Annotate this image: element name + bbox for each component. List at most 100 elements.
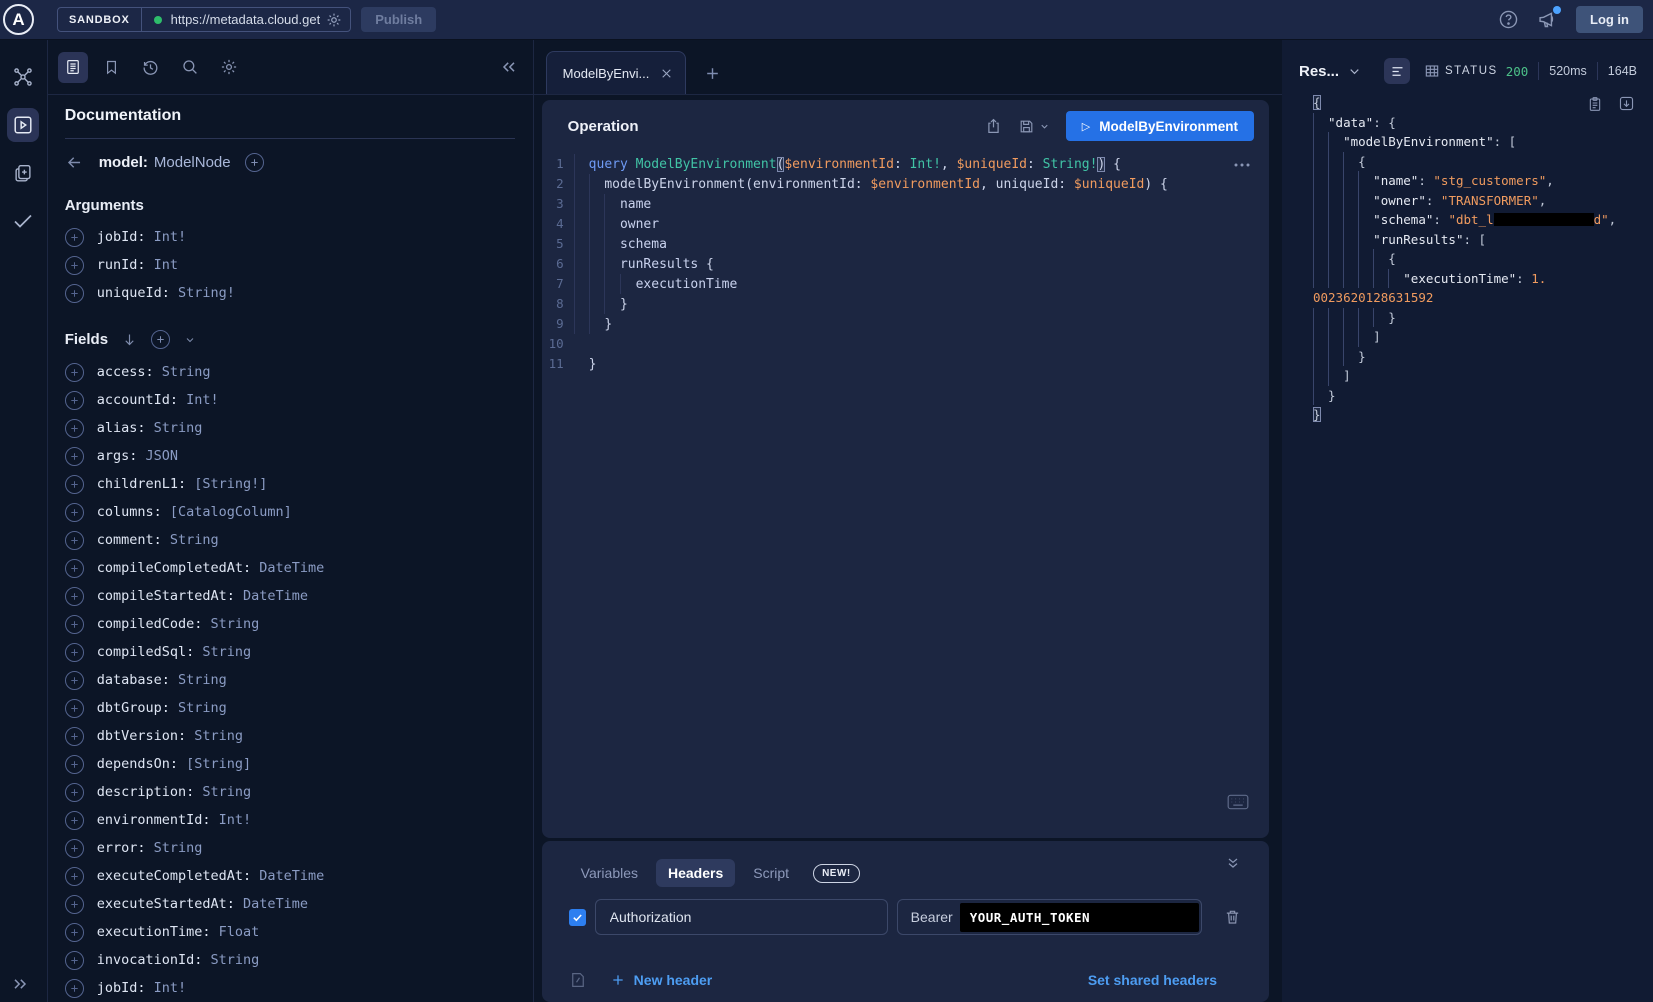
add-field-icon[interactable] [65,503,84,522]
download-response-icon[interactable] [1618,95,1635,113]
announcements-megaphone-icon[interactable] [1537,9,1558,30]
paste-headers-icon[interactable] [569,971,587,989]
doc-field-row[interactable]: accountId: Int! [65,386,515,414]
response-dropdown-caret-icon[interactable] [1348,65,1361,78]
field-type[interactable]: Float [211,924,260,940]
code-line[interactable]: 10 [542,334,1269,354]
code-line[interactable]: 11} [542,354,1269,374]
doc-field-row[interactable]: invocationId: String [65,946,515,974]
add-field-icon[interactable] [65,671,84,690]
set-shared-headers-button[interactable]: Set shared headers [1088,972,1217,988]
login-button[interactable]: Log in [1576,6,1643,33]
doc-field-row[interactable]: runId: Int [65,251,515,279]
code-line[interactable]: 2modelByEnvironment(environmentId: $envi… [542,174,1269,194]
field-type[interactable]: String [170,700,227,716]
checks-nav-icon[interactable] [7,204,39,238]
field-type[interactable]: Int! [211,812,252,828]
connection-settings-gear-icon[interactable] [326,12,342,28]
add-breadcrumb-field-icon[interactable] [245,153,264,172]
doc-field-row[interactable]: environmentId: Int! [65,806,515,834]
bookmark-icon[interactable] [97,52,127,83]
operation-code-editor[interactable]: 1query ModelByEnvironment($environmentId… [542,154,1269,374]
apollo-logo[interactable]: A [3,4,34,35]
history-icon[interactable] [136,52,166,83]
doc-field-row[interactable]: jobId: Int! [65,223,515,251]
field-type[interactable]: String [202,616,259,632]
header-name-input[interactable] [595,899,888,935]
documentation-tab-icon[interactable] [58,52,88,83]
add-field-icon[interactable] [65,228,84,247]
doc-field-row[interactable]: args: JSON [65,442,515,470]
add-field-icon[interactable] [65,979,84,998]
code-line[interactable]: 6runResults { [542,254,1269,274]
collapse-doc-panel-icon[interactable] [499,57,519,77]
field-type[interactable]: [CatalogColumn] [162,504,292,520]
header-enabled-checkbox[interactable] [569,909,586,926]
delete-header-icon[interactable] [1224,908,1241,926]
code-line[interactable]: 7executionTime [542,274,1269,294]
field-type[interactable]: String [145,840,202,856]
add-field-icon[interactable] [65,895,84,914]
field-type[interactable]: String [154,364,211,380]
doc-field-row[interactable]: access: String [65,358,515,386]
run-operation-button[interactable]: ▷ ModelByEnvironment [1066,111,1254,141]
add-field-icon[interactable] [65,475,84,494]
help-icon[interactable] [1498,9,1519,30]
add-field-icon[interactable] [65,867,84,886]
field-type[interactable]: String! [170,285,235,301]
back-arrow-icon[interactable] [65,153,84,172]
field-type[interactable]: String [194,784,251,800]
code-line[interactable]: 8} [542,294,1269,314]
field-type[interactable]: DateTime [235,588,308,604]
add-field-icon[interactable] [65,783,84,802]
header-value-field[interactable]: Bearer YOUR_AUTH_TOKEN [897,899,1202,935]
code-line[interactable]: 4owner [542,214,1269,234]
breadcrumb-type-name[interactable]: ModelNode [154,154,231,171]
sort-fields-icon[interactable] [122,332,137,347]
endpoint-url[interactable]: https://metadata.cloud.get [171,12,321,27]
doc-field-row[interactable]: dbtVersion: String [65,722,515,750]
graph-nav-icon[interactable] [7,60,39,94]
response-title[interactable]: Res... [1299,63,1339,80]
add-field-icon[interactable] [65,447,84,466]
doc-field-row[interactable]: alias: String [65,414,515,442]
tab-script[interactable]: Script [741,859,801,887]
doc-field-row[interactable]: dbtGroup: String [65,694,515,722]
field-type[interactable]: DateTime [251,560,324,576]
add-field-icon[interactable] [65,643,84,662]
expand-rail-icon[interactable] [10,974,30,994]
doc-field-row[interactable]: executeStartedAt: DateTime [65,890,515,918]
auth-token-value[interactable]: YOUR_AUTH_TOKEN [960,903,1199,932]
code-line[interactable]: 3name [542,194,1269,214]
add-all-fields-icon[interactable] [151,330,170,349]
field-type[interactable]: Int! [145,980,186,996]
save-options-caret-icon[interactable] [1039,121,1050,132]
doc-field-row[interactable]: database: String [65,666,515,694]
keyboard-shortcuts-icon[interactable] [1227,794,1249,810]
code-line[interactable]: 5schema [542,234,1269,254]
new-header-button[interactable]: New header [611,972,713,988]
code-line[interactable]: 9} [542,314,1269,334]
field-type[interactable]: [String!] [186,476,267,492]
operation-collections-nav-icon[interactable] [7,156,39,190]
add-field-icon[interactable] [65,587,84,606]
raw-view-toggle-icon[interactable] [1384,58,1410,84]
add-field-icon[interactable] [65,755,84,774]
add-field-icon[interactable] [65,811,84,830]
code-line[interactable]: 1query ModelByEnvironment($environmentId… [542,154,1269,174]
doc-field-row[interactable]: comment: String [65,526,515,554]
doc-field-row[interactable]: executeCompletedAt: DateTime [65,862,515,890]
doc-field-row[interactable]: compiledSql: String [65,638,515,666]
add-field-icon[interactable] [65,559,84,578]
field-type[interactable]: Int [145,257,178,273]
add-field-icon[interactable] [65,419,84,438]
share-operation-icon[interactable] [985,117,1002,135]
explorer-settings-gear-icon[interactable] [214,52,244,83]
table-view-toggle-icon[interactable] [1419,58,1445,84]
add-field-icon[interactable] [65,363,84,382]
save-operation-icon[interactable] [1018,118,1050,135]
field-type[interactable]: DateTime [251,868,324,884]
editor-more-options-icon[interactable] [1233,162,1251,168]
publish-button[interactable]: Publish [361,7,436,32]
add-field-icon[interactable] [65,727,84,746]
